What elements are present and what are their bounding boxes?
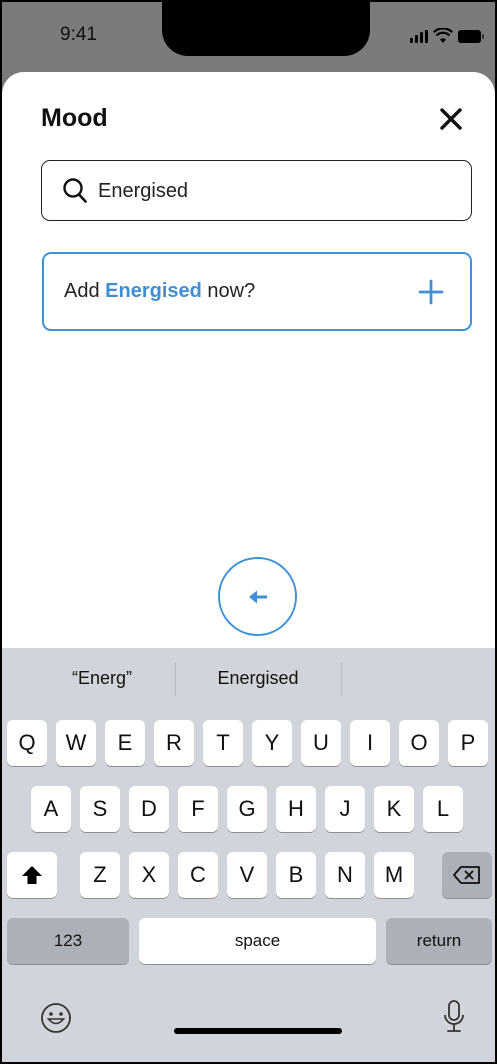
- key-u[interactable]: U: [301, 720, 341, 766]
- key-r[interactable]: R: [154, 720, 194, 766]
- microphone-icon[interactable]: [443, 1000, 465, 1034]
- plus-icon: [418, 279, 444, 305]
- key-f[interactable]: F: [178, 786, 218, 832]
- suggestion-divider: [341, 663, 342, 696]
- key-e[interactable]: E: [105, 720, 145, 766]
- key-y[interactable]: Y: [252, 720, 292, 766]
- key-v[interactable]: V: [227, 852, 267, 898]
- key-h[interactable]: H: [276, 786, 316, 832]
- battery-icon: [458, 29, 484, 43]
- suggestion-divider: [175, 663, 176, 696]
- key-x[interactable]: X: [129, 852, 169, 898]
- backspace-key[interactable]: [442, 852, 492, 898]
- back-arrow-icon: [249, 590, 267, 604]
- key-q[interactable]: Q: [7, 720, 47, 766]
- key-t[interactable]: T: [203, 720, 243, 766]
- backspace-icon: [453, 866, 480, 884]
- key-k[interactable]: K: [374, 786, 414, 832]
- wifi-icon: [433, 28, 453, 43]
- status-time: 9:41: [60, 24, 97, 45]
- key-m[interactable]: M: [374, 852, 414, 898]
- search-icon: [63, 178, 87, 203]
- suggestion-item[interactable]: “Energ”: [32, 668, 172, 689]
- key-b[interactable]: B: [276, 852, 316, 898]
- phone-frame: 9:41 Mood Energised Add Energised now? “…: [0, 0, 497, 1064]
- key-i[interactable]: I: [350, 720, 390, 766]
- search-input[interactable]: [98, 171, 458, 211]
- add-mood-label: Add Energised now?: [64, 280, 255, 303]
- key-n[interactable]: N: [325, 852, 365, 898]
- keyboard: “Energ” Energised Q W E R T Y U I O P A …: [2, 648, 495, 1062]
- key-l[interactable]: L: [423, 786, 463, 832]
- close-icon[interactable]: [438, 106, 464, 132]
- key-g[interactable]: G: [227, 786, 267, 832]
- add-mood-button[interactable]: Add Energised now?: [42, 252, 472, 331]
- status-icons: [410, 28, 484, 44]
- key-a[interactable]: A: [31, 786, 71, 832]
- space-key[interactable]: space: [139, 918, 376, 964]
- sheet-title: Mood: [41, 104, 108, 132]
- key-p[interactable]: P: [448, 720, 488, 766]
- home-indicator: [174, 1028, 342, 1034]
- signal-icon: [410, 29, 428, 43]
- suggestion-item[interactable]: Energised: [178, 668, 338, 689]
- key-w[interactable]: W: [56, 720, 96, 766]
- key-s[interactable]: S: [80, 786, 120, 832]
- add-suffix: now?: [201, 280, 256, 302]
- return-key[interactable]: return: [386, 918, 492, 964]
- status-bar: 9:41: [2, 2, 495, 72]
- notch: [162, 2, 370, 56]
- key-d[interactable]: D: [129, 786, 169, 832]
- key-z[interactable]: Z: [80, 852, 120, 898]
- add-mood-name: Energised: [105, 280, 202, 302]
- numbers-key[interactable]: 123: [7, 918, 129, 964]
- suggestion-bar: “Energ” Energised: [2, 648, 495, 706]
- emoji-icon[interactable]: [40, 1002, 72, 1034]
- shift-icon: [22, 866, 42, 884]
- search-field[interactable]: [41, 160, 472, 221]
- shift-key[interactable]: [7, 852, 57, 898]
- key-j[interactable]: J: [325, 786, 365, 832]
- add-prefix: Add: [64, 280, 106, 302]
- back-button[interactable]: [218, 557, 297, 636]
- key-o[interactable]: O: [399, 720, 439, 766]
- key-c[interactable]: C: [178, 852, 218, 898]
